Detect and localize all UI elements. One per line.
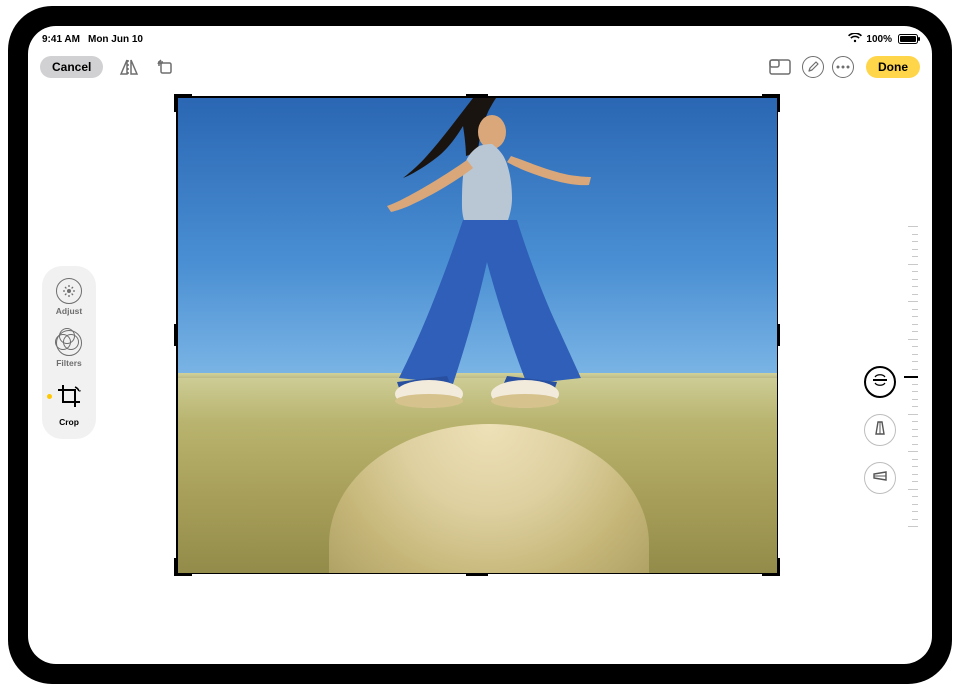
straighten-button[interactable] — [864, 366, 896, 398]
done-button[interactable]: Done — [866, 56, 920, 78]
tool-crop[interactable]: Crop — [55, 382, 83, 427]
battery-percent: 100% — [866, 34, 892, 45]
active-indicator-dot — [47, 394, 52, 399]
battery-icon — [898, 34, 918, 44]
crop-adjust-buttons — [864, 366, 896, 494]
vertical-perspective-icon — [872, 420, 888, 441]
tool-crop-label: Crop — [59, 417, 79, 427]
vertical-perspective-button[interactable] — [864, 414, 896, 446]
tool-adjust-label: Adjust — [56, 306, 82, 316]
tool-filters[interactable]: Filters — [56, 330, 82, 368]
edit-tools-rail: Adjust Filters Crop — [42, 266, 96, 439]
status-bar: 9:41 AM Mon Jun 10 100% — [28, 30, 932, 48]
status-date: Mon Jun 10 — [88, 34, 143, 45]
photo-canvas[interactable] — [176, 96, 778, 574]
photo-preview — [176, 96, 778, 574]
toolbar: Cancel Done — [28, 50, 932, 84]
rotate-icon[interactable] — [151, 53, 179, 81]
filters-icon — [56, 330, 82, 356]
horizontal-perspective-icon — [872, 468, 888, 489]
markup-icon[interactable] — [802, 56, 824, 78]
flip-horizontal-icon[interactable] — [115, 53, 143, 81]
straighten-icon — [871, 371, 889, 394]
more-icon[interactable] — [832, 56, 854, 78]
status-time: 9:41 AM — [42, 34, 80, 45]
crop-icon — [55, 382, 83, 415]
aspect-ratio-icon[interactable] — [766, 53, 794, 81]
wifi-icon — [848, 33, 862, 46]
horizontal-perspective-button[interactable] — [864, 462, 896, 494]
tool-filters-label: Filters — [56, 358, 82, 368]
tool-adjust[interactable]: Adjust — [56, 278, 82, 316]
adjust-icon — [56, 278, 82, 304]
cancel-button[interactable]: Cancel — [40, 56, 103, 78]
straighten-ruler[interactable] — [898, 226, 918, 526]
